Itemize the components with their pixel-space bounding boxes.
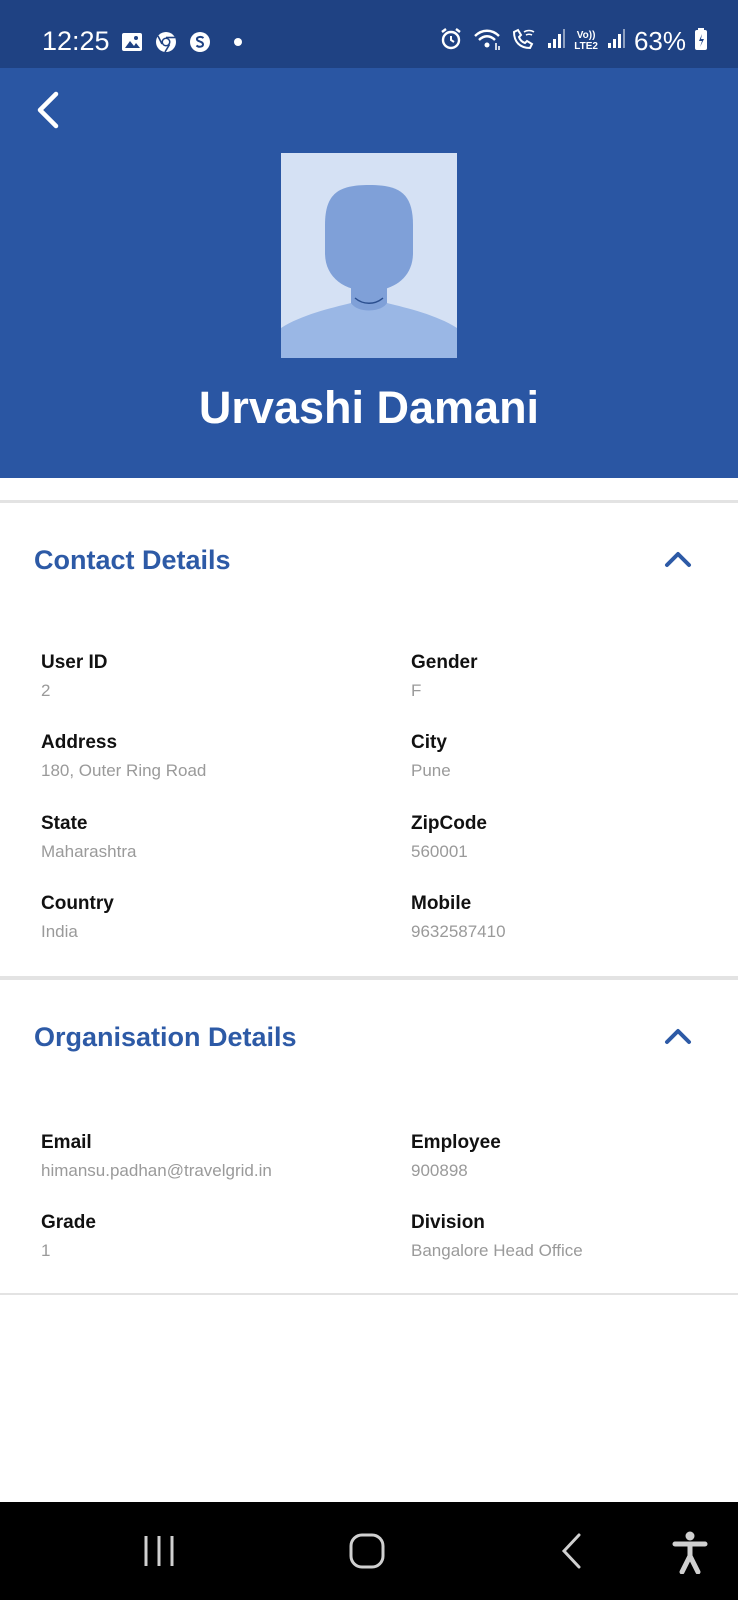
field-value: 560001 [411, 842, 468, 861]
battery-icon [694, 26, 708, 57]
field-email: Email himansu.padhan@travelgrid.in [41, 1130, 361, 1183]
volte-bottom-label: LTE2 [574, 41, 598, 52]
field-city: City Pune [411, 730, 731, 783]
field-user-id: User ID 2 [41, 650, 361, 703]
wifi-icon [472, 26, 502, 57]
back-button[interactable] [26, 88, 70, 132]
accessibility-button[interactable] [670, 1530, 710, 1575]
contact-collapse-button[interactable] [660, 542, 696, 578]
accessibility-icon [672, 1531, 708, 1575]
chrome-icon [154, 30, 178, 54]
profile-name: Urvashi Damani [198, 382, 540, 433]
field-value: Pune [411, 761, 451, 780]
contact-details-title[interactable]: Contact Details [34, 542, 231, 578]
field-value: 180, Outer Ring Road [41, 761, 207, 780]
field-value: himansu.padhan@travelgrid.in [41, 1161, 272, 1180]
organisation-collapse-button[interactable] [660, 1019, 696, 1055]
signal-2-icon [606, 26, 626, 57]
s-app-icon [188, 30, 212, 54]
avatar-silhouette-icon [281, 153, 457, 358]
alarm-icon [438, 26, 464, 57]
field-label: Gender [411, 652, 478, 673]
back-icon [561, 1533, 581, 1569]
home-icon [349, 1533, 385, 1569]
field-label: Mobile [411, 893, 472, 914]
field-employee: Employee 900898 [411, 1130, 731, 1183]
field-address: Address 180, Outer Ring Road [41, 730, 361, 783]
section-divider [0, 976, 738, 980]
status-right-icons: Vo)) LTE2 63% [438, 24, 708, 58]
gallery-icon [120, 30, 144, 54]
field-label: Grade [41, 1212, 96, 1233]
chevron-up-icon [665, 1029, 691, 1044]
notification-dot [234, 38, 242, 46]
wifi-call-icon [510, 26, 538, 57]
signal-1-icon [546, 26, 566, 57]
system-back-button[interactable] [558, 1530, 588, 1574]
field-mobile: Mobile 9632587410 [411, 891, 731, 944]
field-value: Maharashtra [41, 842, 137, 861]
field-value: 9632587410 [411, 922, 506, 941]
section-divider [0, 1293, 738, 1295]
field-label: ZipCode [411, 813, 487, 834]
field-country: Country India [41, 891, 361, 944]
back-arrow-icon [37, 91, 59, 129]
avatar [281, 153, 457, 358]
volte-top-label: Vo)) [576, 30, 596, 41]
field-label: City [411, 732, 447, 753]
status-bar: 12:25 Vo)) LTE2 63% [0, 0, 738, 68]
field-state: State Maharashtra [41, 811, 361, 864]
field-label: Country [41, 893, 114, 914]
field-value: F [411, 681, 422, 700]
field-label: Employee [411, 1132, 501, 1153]
recent-apps-icon [144, 1536, 174, 1566]
field-value: India [41, 922, 78, 941]
field-label: State [41, 813, 88, 834]
field-label: Email [41, 1132, 92, 1153]
field-gender: Gender F [411, 650, 731, 703]
volte-icon: Vo)) LTE2 [574, 30, 598, 52]
field-value: Bangalore Head Office [411, 1241, 583, 1260]
status-time: 12:25 [42, 26, 110, 56]
organisation-details-title[interactable]: Organisation Details [34, 1019, 297, 1055]
field-value: 2 [41, 681, 51, 700]
field-value: 1 [41, 1241, 51, 1260]
recent-apps-button[interactable] [140, 1530, 180, 1574]
system-nav-bar [0, 1502, 738, 1600]
section-divider [0, 500, 738, 503]
field-label: Address [41, 732, 118, 753]
field-grade: Grade 1 [41, 1210, 361, 1263]
field-label: User ID [41, 652, 108, 673]
battery-percentage: 63% [633, 26, 686, 56]
field-division: Division Bangalore Head Office [411, 1210, 731, 1263]
home-button[interactable] [347, 1530, 387, 1574]
field-value: 900898 [411, 1161, 468, 1180]
field-zipcode: ZipCode 560001 [411, 811, 731, 864]
profile-header: Urvashi Damani [0, 68, 738, 478]
field-label: Division [411, 1212, 485, 1233]
status-left-icons [120, 30, 242, 54]
chevron-up-icon [665, 552, 691, 567]
